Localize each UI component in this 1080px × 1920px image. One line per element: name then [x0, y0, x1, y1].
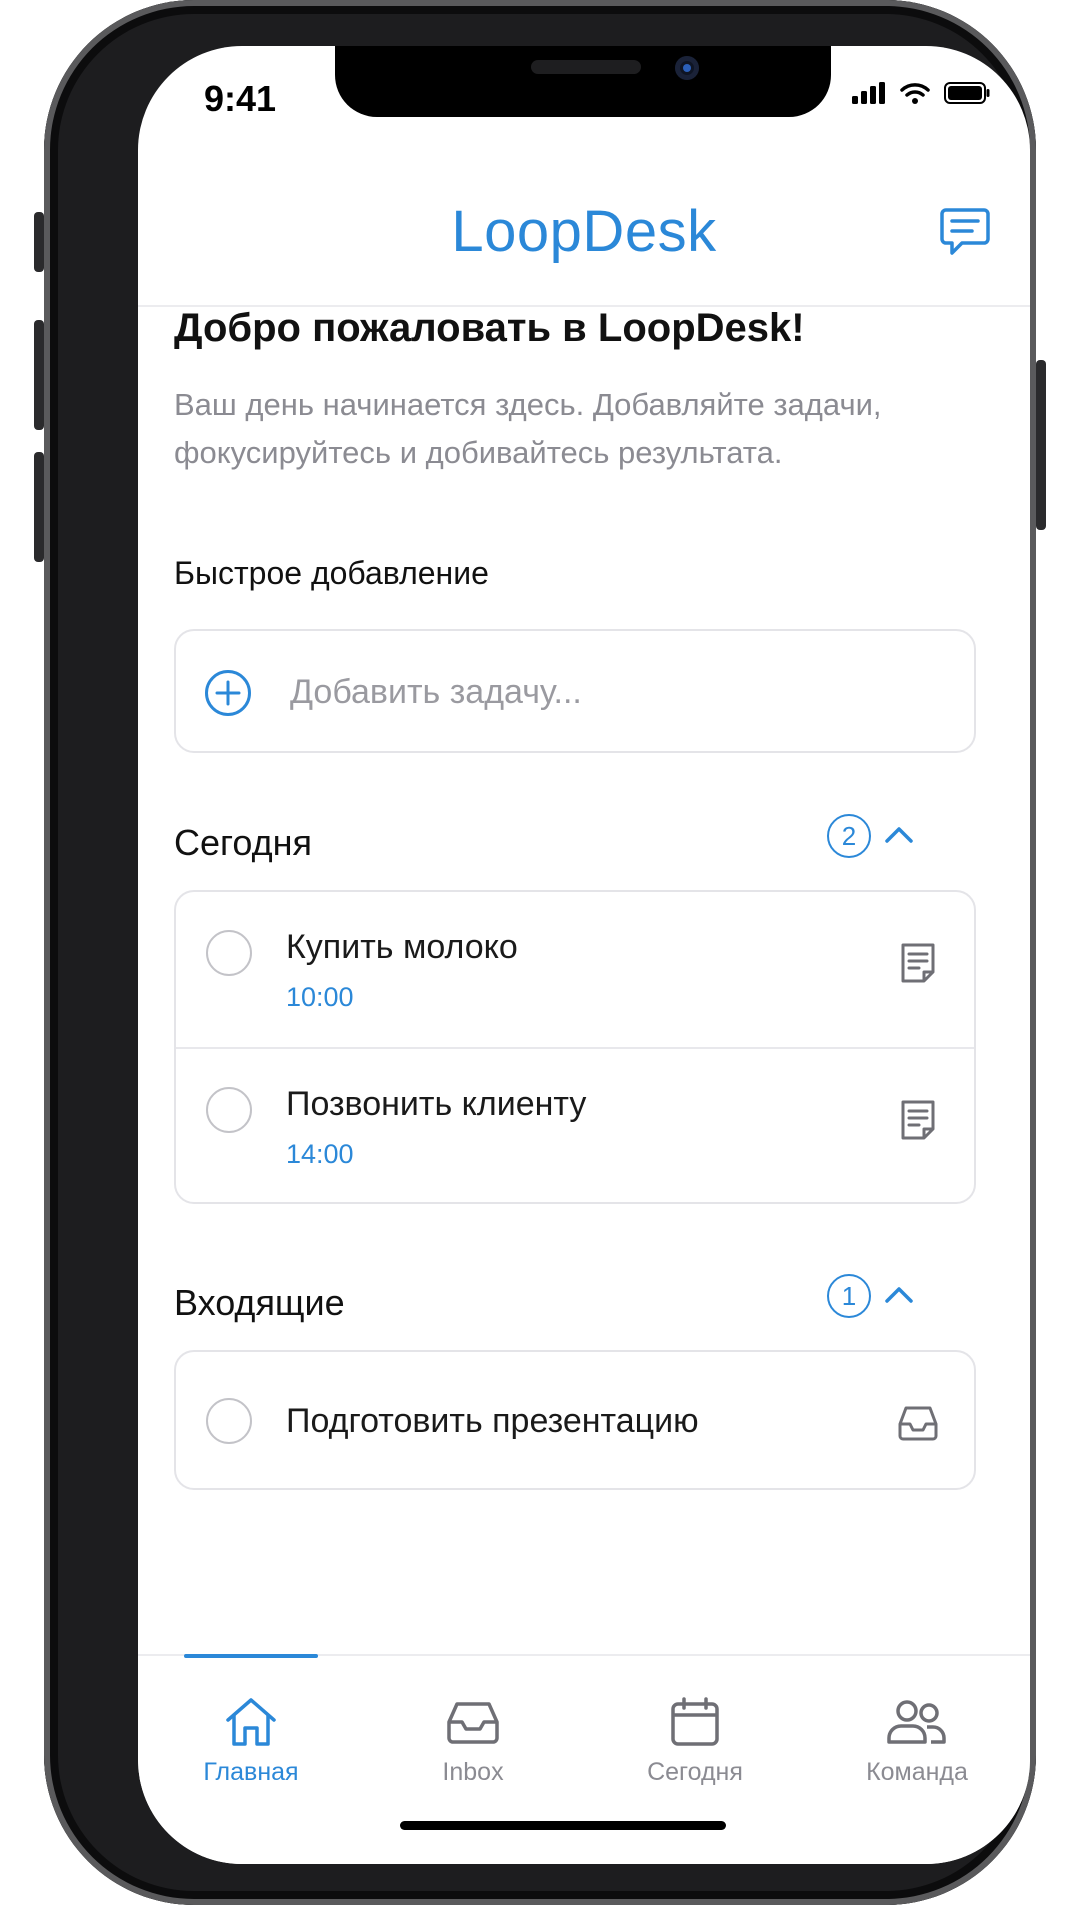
- chat-button[interactable]: [940, 206, 990, 258]
- status-icons: [852, 82, 990, 104]
- task-row[interactable]: Купить молоко 10:00: [176, 892, 974, 1047]
- task-row[interactable]: Позвонить клиенту 14:00: [176, 1047, 974, 1202]
- wifi-icon: [900, 83, 930, 104]
- task-checkbox[interactable]: [206, 1087, 252, 1133]
- tab-team[interactable]: Команда: [817, 1696, 1017, 1787]
- chevron-up-icon[interactable]: [884, 1284, 914, 1304]
- phone-frame: 9:41 LoopDesk Добро пожаловать в LoopDes…: [34, 0, 1046, 1905]
- task-time: 14:00: [286, 1139, 354, 1169]
- task-row[interactable]: Подготовить презентацию: [176, 1352, 974, 1488]
- volume-down-button: [34, 452, 44, 562]
- section-title-inbox: Входящие: [174, 1282, 345, 1323]
- inbox-tray-icon: [447, 1702, 499, 1744]
- tab-label: Сегодня: [647, 1758, 743, 1786]
- quick-add-input[interactable]: Добавить задачу...: [174, 629, 976, 753]
- task-title: Позвонить клиенту: [286, 1085, 587, 1123]
- quick-add-label: Быстрое добавление: [174, 555, 489, 591]
- tab-home[interactable]: Главная: [151, 1696, 351, 1787]
- add-circle-icon[interactable]: [204, 669, 252, 717]
- status-time: 9:41: [204, 78, 277, 119]
- task-title: Подготовить презентацию: [286, 1402, 699, 1440]
- inbox-task-list: Подготовить презентацию: [174, 1350, 976, 1490]
- home-indicator[interactable]: [400, 1821, 726, 1830]
- task-title: Купить молоко: [286, 928, 518, 966]
- today-task-list: Купить молоко 10:00 Позвонить клиенту 14…: [174, 890, 976, 1204]
- welcome-subtitle: Ваш день начинается здесь. Добавляйте за…: [174, 387, 882, 470]
- tab-label: Inbox: [442, 1758, 504, 1786]
- front-camera: [675, 56, 699, 80]
- screen: 9:41 LoopDesk Добро пожаловать в LoopDes…: [138, 46, 1030, 1864]
- chevron-up-icon[interactable]: [884, 824, 914, 844]
- tab-label: Команда: [866, 1758, 968, 1786]
- power-button: [1036, 360, 1046, 530]
- task-checkbox[interactable]: [206, 1398, 252, 1444]
- app-title: LoopDesk: [451, 199, 717, 264]
- note-icon[interactable]: [898, 1099, 938, 1141]
- active-tab-indicator: [184, 1654, 318, 1658]
- bottom-tab-bar: Главная Inbox Сегодня Команда: [138, 1654, 1030, 1864]
- cellular-signal-icon: [852, 82, 885, 104]
- app-header: LoopDesk: [138, 136, 1030, 307]
- tab-inbox[interactable]: Inbox: [373, 1696, 573, 1787]
- tab-label: Главная: [203, 1758, 299, 1786]
- inbox-count-badge: 1: [827, 1274, 871, 1318]
- notch: [335, 46, 831, 117]
- welcome-title: Добро пожаловать в LoopDesk!: [174, 306, 805, 350]
- quick-add-placeholder: Добавить задачу...: [290, 673, 582, 711]
- home-icon: [226, 1698, 276, 1746]
- today-count-badge: 2: [827, 814, 871, 858]
- chat-message-icon: [940, 208, 990, 255]
- section-title-today: Сегодня: [174, 822, 312, 863]
- volume-up-button: [34, 320, 44, 430]
- note-icon[interactable]: [898, 942, 938, 984]
- battery-icon: [944, 82, 990, 104]
- task-checkbox[interactable]: [206, 930, 252, 976]
- task-time: 10:00: [286, 982, 354, 1012]
- calendar-icon: [671, 1697, 719, 1746]
- inbox-tray-icon[interactable]: [898, 1402, 938, 1444]
- mute-switch: [34, 212, 44, 272]
- speaker-grille: [531, 60, 641, 74]
- tab-today[interactable]: Сегодня: [595, 1696, 795, 1787]
- team-icon: [887, 1700, 946, 1744]
